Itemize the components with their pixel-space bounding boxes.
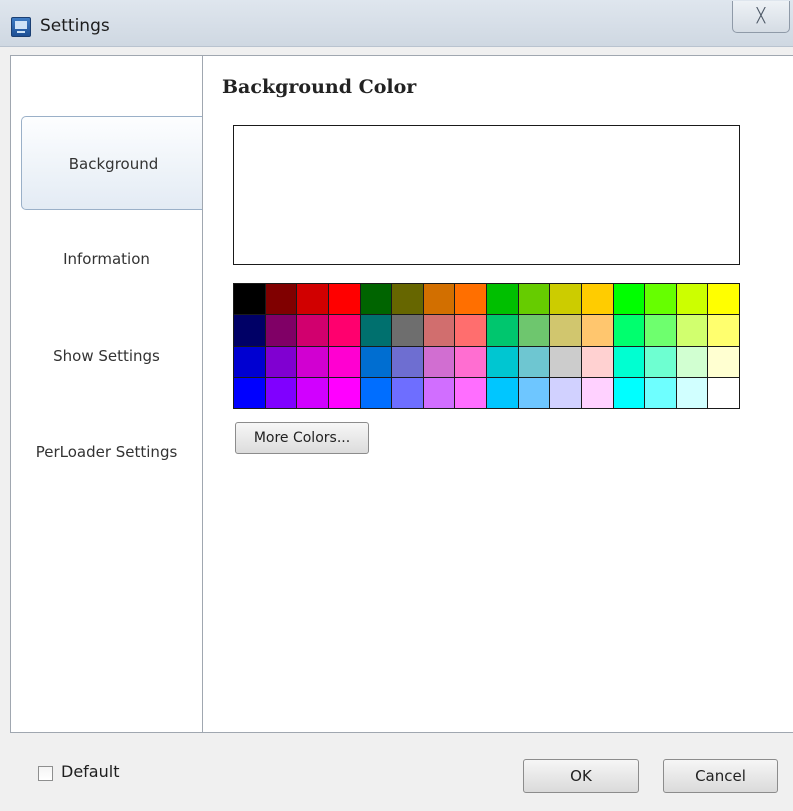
sidebar-item-information[interactable]: Information [11,244,202,274]
color-swatch[interactable] [328,346,360,377]
color-swatch[interactable] [265,377,297,408]
color-swatch[interactable] [234,315,265,346]
color-swatch[interactable] [234,346,265,377]
sidebar-item-show-settings[interactable]: Show Settings [11,341,202,371]
sidebar-item-label: Information [63,250,150,268]
color-swatch[interactable] [297,377,328,408]
color-swatch[interactable] [676,346,708,377]
color-swatch[interactable] [581,284,613,315]
cancel-button[interactable]: Cancel [663,759,778,793]
color-swatch[interactable] [581,377,613,408]
color-swatch[interactable] [487,377,518,408]
color-swatch[interactable] [518,284,550,315]
color-swatch[interactable] [265,315,297,346]
color-swatch[interactable] [455,346,486,377]
color-swatch[interactable] [392,284,423,315]
color-swatch[interactable] [234,377,265,408]
color-swatch[interactable] [708,315,739,346]
ok-button[interactable]: OK [523,759,639,793]
color-swatch[interactable] [581,346,613,377]
color-swatch[interactable] [676,377,708,408]
sidebar-item-label: Show Settings [53,347,160,365]
color-swatch[interactable] [487,315,518,346]
color-swatch[interactable] [645,315,676,346]
color-swatch[interactable] [613,346,645,377]
color-swatch[interactable] [708,284,739,315]
color-swatch[interactable] [455,377,486,408]
more-colors-button[interactable]: More Colors... [235,422,369,454]
default-checkbox[interactable] [38,766,53,781]
color-swatch[interactable] [328,377,360,408]
close-button[interactable]: ╳ [732,1,790,33]
color-swatch[interactable] [265,284,297,315]
window-title: Settings [40,16,110,36]
section-title: Background Color [222,76,417,98]
color-swatch[interactable] [550,346,581,377]
title-bar: Settings ╳ [0,0,793,47]
color-swatch[interactable] [645,377,676,408]
color-swatch[interactable] [613,284,645,315]
color-swatch[interactable] [423,284,455,315]
color-swatch[interactable] [297,284,328,315]
color-swatch[interactable] [645,346,676,377]
sidebar-nav: Background Information Show Settings Per… [10,55,205,733]
color-swatch[interactable] [708,346,739,377]
color-swatch[interactable] [708,377,739,408]
color-swatch[interactable] [392,315,423,346]
color-swatch[interactable] [360,284,392,315]
color-swatch[interactable] [581,315,613,346]
color-swatch[interactable] [518,315,550,346]
color-swatch[interactable] [297,315,328,346]
color-swatch[interactable] [392,346,423,377]
color-swatch[interactable] [360,377,392,408]
color-swatch[interactable] [613,377,645,408]
color-swatch[interactable] [328,284,360,315]
color-swatch[interactable] [550,315,581,346]
color-swatch[interactable] [550,284,581,315]
sidebar-item-perloader-settings[interactable]: PerLoader Settings [11,437,202,467]
color-swatch[interactable] [297,346,328,377]
color-swatch[interactable] [550,377,581,408]
color-preview [233,125,740,265]
color-swatch[interactable] [455,284,486,315]
app-icon [11,17,31,37]
color-swatch[interactable] [328,315,360,346]
color-swatch[interactable] [487,284,518,315]
color-swatch[interactable] [234,284,265,315]
color-swatch[interactable] [645,284,676,315]
color-swatch[interactable] [360,346,392,377]
color-palette [233,283,740,409]
color-swatch[interactable] [518,377,550,408]
default-checkbox-label: Default [61,762,120,781]
color-swatch[interactable] [613,315,645,346]
color-swatch[interactable] [487,346,518,377]
color-swatch[interactable] [360,315,392,346]
color-swatch[interactable] [676,284,708,315]
sidebar-item-label: PerLoader Settings [35,443,178,461]
color-swatch[interactable] [423,315,455,346]
sidebar-item-label: Background [68,155,159,173]
sidebar-item-background[interactable]: Background [21,116,205,210]
color-swatch[interactable] [265,346,297,377]
color-swatch[interactable] [518,346,550,377]
color-swatch[interactable] [676,315,708,346]
color-swatch[interactable] [423,346,455,377]
color-swatch[interactable] [392,377,423,408]
color-swatch[interactable] [455,315,486,346]
color-swatch[interactable] [423,377,455,408]
